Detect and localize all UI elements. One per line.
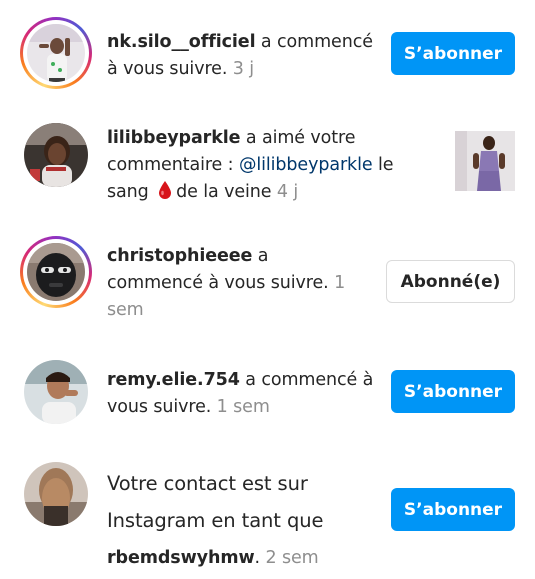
follow-button[interactable]: S’abonner: [391, 488, 515, 531]
avatar-image: [24, 123, 88, 187]
username-link[interactable]: christophieeee: [107, 246, 252, 266]
follow-button[interactable]: S’abonner: [391, 32, 515, 75]
follow-button[interactable]: S’abonner: [391, 370, 515, 413]
avatar[interactable]: [20, 356, 92, 428]
message-text: Votre contact est sur Instagram en tant …: [107, 472, 324, 532]
username-link[interactable]: nk.silo__officiel: [107, 32, 256, 52]
timestamp: 1 sem: [216, 397, 270, 417]
blood-drop-icon: [158, 180, 172, 209]
avatar-image: [24, 360, 88, 424]
avatar[interactable]: [20, 119, 92, 191]
comment-text-end: de la veine: [176, 182, 277, 202]
timestamp: 4 j: [276, 182, 299, 202]
notification-text: Votre contact est sur Instagram en tant …: [107, 466, 357, 576]
avatar[interactable]: [20, 17, 92, 89]
notification-text: christophieeee a commencé à vous suivre.…: [107, 243, 369, 324]
following-button[interactable]: Abonné(e): [386, 260, 515, 303]
timestamp: 2 sem: [265, 548, 319, 568]
avatar[interactable]: [20, 458, 92, 530]
notification-text: remy.elie.754 a commencé à vous suivre. …: [107, 367, 375, 421]
username-link[interactable]: remy.elie.754: [107, 370, 240, 390]
post-thumbnail[interactable]: [455, 131, 515, 191]
timestamp: 3 j: [232, 59, 255, 79]
username-link[interactable]: lilibbeyparkle: [107, 128, 241, 148]
avatar-image: [24, 462, 88, 526]
avatar[interactable]: [20, 236, 92, 308]
avatar-image: [27, 24, 85, 82]
username-link[interactable]: rbemdswyhmw: [107, 548, 255, 568]
notification-text: nk.silo__officiel a commencé à vous suiv…: [107, 29, 379, 83]
notification-text: lilibbeyparkle a aimé votre commentaire …: [107, 125, 417, 209]
mention-link[interactable]: @lilibbeyparkle: [239, 155, 373, 175]
avatar-image: [27, 243, 85, 301]
message-punctuation: .: [254, 548, 266, 568]
